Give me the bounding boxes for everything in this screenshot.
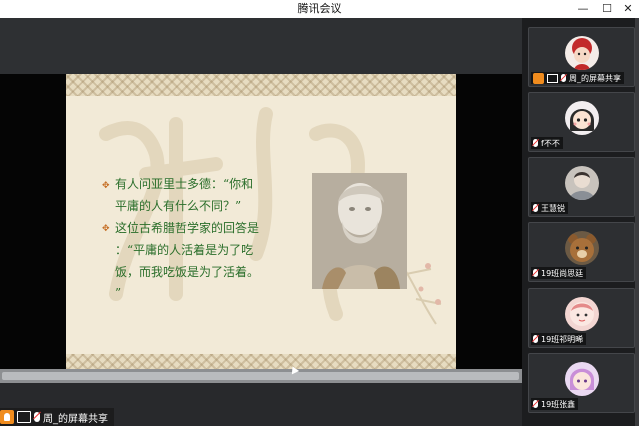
participant-label: f不不 [531, 137, 563, 149]
participant-name: f不不 [541, 138, 560, 148]
window-title: 腾讯会议 [297, 2, 342, 15]
screen-share-label-text: 周_的屏幕共享 [43, 413, 108, 425]
slide-text-line: 平庸的人有什么不同？” [115, 199, 242, 213]
bullet-icon: ✥ [102, 224, 110, 234]
slide-bottom-pattern [66, 354, 456, 369]
slide-text-line: 饭，而我吃饭是为了活着。 [115, 265, 260, 279]
screen-share-icon [17, 411, 31, 423]
muted-mic-icon [533, 335, 538, 343]
participant-tile[interactable]: 19班祁明晞 [528, 288, 635, 348]
muted-mic-icon [34, 412, 40, 422]
maximize-icon[interactable]: ☐ [598, 1, 616, 17]
avatar [565, 231, 599, 265]
participant-name: 王慧锐 [541, 203, 565, 213]
avatar [565, 101, 599, 135]
participant-tile[interactable]: 19班尚思廷 [528, 222, 635, 282]
participant-label: 19班张鑫 [531, 398, 579, 410]
slide-text-line: ：“平庸的人活着是为了吃 [115, 243, 254, 257]
avatar [565, 36, 599, 70]
shared-screen-area: ✥ 有人问亚里士多德：“你和 平庸的人有什么不同？” ✥ 这位古希腊哲学家的回答… [0, 18, 522, 426]
scrollbar-thumb[interactable] [2, 372, 519, 380]
host-icon [0, 410, 14, 424]
title-bar: 腾讯会议 — ☐ ✕ [0, 0, 639, 18]
muted-mic-icon [533, 269, 538, 277]
avatar [565, 362, 599, 396]
presentation-slide: ✥ 有人问亚里士多德：“你和 平庸的人有什么不同？” ✥ 这位古希腊哲学家的回答… [66, 74, 456, 369]
host-icon [533, 72, 544, 84]
participant-label: 周_的屏幕共享 [531, 72, 624, 84]
minimize-icon[interactable]: — [574, 1, 592, 17]
slide-top-pattern [66, 74, 456, 96]
avatar [565, 297, 599, 331]
bullet-icon: ✥ [102, 181, 110, 191]
participant-tile[interactable]: 王慧锐 [528, 157, 635, 217]
participant-panel-scrollbar[interactable] [635, 18, 639, 426]
participant-name: 19班祁明晞 [541, 334, 584, 344]
slide-text-line: 这位古希腊哲学家的回答是 [115, 221, 260, 235]
slide-text-line: ” [115, 286, 122, 300]
shared-screen-top-area [0, 18, 522, 74]
participant-tile[interactable]: 19班张鑫 [528, 353, 635, 413]
screen-share-label: 周_的屏幕共享 [0, 408, 114, 426]
muted-mic-icon [533, 400, 538, 408]
participant-label: 19班祁明晞 [531, 333, 587, 345]
muted-mic-icon [561, 74, 566, 82]
participant-panel: 周_的屏幕共享 f不不 王慧锐 19班尚思廷 19班祁明晞 19班张鑫 [522, 18, 639, 426]
participant-label: 王慧锐 [531, 202, 568, 214]
close-icon[interactable]: ✕ [619, 1, 637, 17]
horizontal-scrollbar[interactable] [0, 369, 522, 383]
muted-mic-icon [533, 204, 538, 212]
participant-name: 19班尚思廷 [541, 268, 584, 278]
participant-name: 19班张鑫 [541, 399, 576, 409]
participant-tile[interactable]: 周_的屏幕共享 [528, 27, 635, 87]
avatar [565, 166, 599, 200]
participant-tile[interactable]: f不不 [528, 92, 635, 152]
screen-share-icon [547, 73, 558, 83]
aristotle-bust-image [312, 173, 407, 289]
slide-text-line: 有人问亚里士多德：“你和 [115, 177, 254, 191]
participant-name: 周_的屏幕共享 [569, 73, 621, 83]
participant-label: 19班尚思廷 [531, 267, 587, 279]
muted-mic-icon [533, 139, 538, 147]
